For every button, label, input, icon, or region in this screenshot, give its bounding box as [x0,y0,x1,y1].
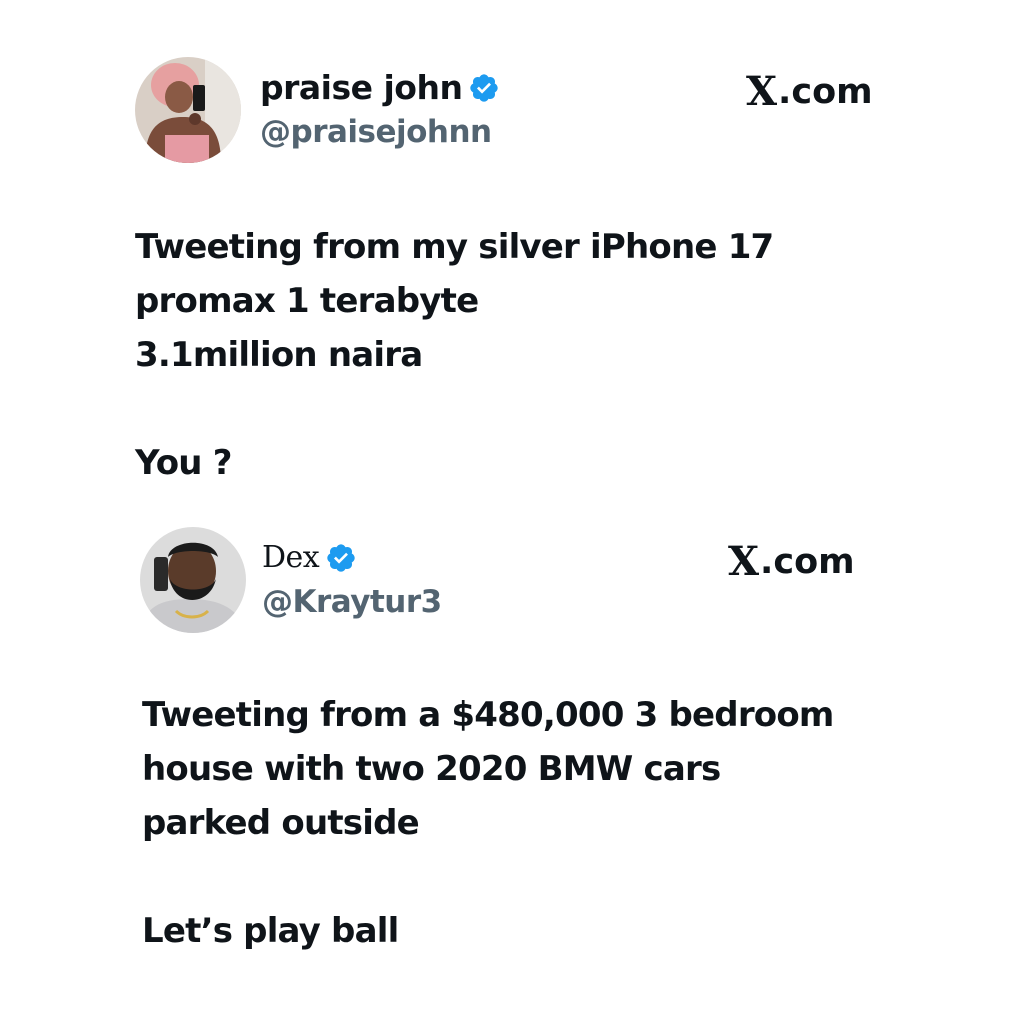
tweet-text-line: promax 1 terabyte [135,281,479,321]
handle[interactable]: @Kraytur3 [262,584,442,620]
tweet-text: Tweeting from a $480,000 3 bedroom house… [142,688,834,958]
avatar[interactable] [140,527,246,633]
verified-badge-icon [468,72,500,104]
tweet-text-line [142,850,834,904]
x-brand-label: X .com [746,68,873,115]
verified-badge-icon [325,542,357,574]
tweet-text-line: parked outside [142,803,420,843]
tweet-text-line: Tweeting from a $480,000 3 bedroom [142,695,834,735]
display-name[interactable]: Dex [262,540,320,575]
x-logo-icon: X [746,68,778,115]
handle[interactable]: @praisejohnn [260,114,492,150]
x-logo-icon: X [728,538,760,585]
tweet-text-line: house with two 2020 BMW cars [142,749,721,789]
tweet-text: Tweeting from my silver iPhone 17 promax… [135,220,774,490]
tweet-text-line: Let’s play ball [142,911,399,951]
tweet-text-line [135,382,773,436]
tweet-card-1: praise john @praisejohnn X .com Tweeting … [0,0,1024,500]
display-name-row: praise john [260,68,500,107]
x-brand-label: X .com [728,538,855,585]
tweet-text-line: You ? [135,443,232,483]
profile-photo-icon [140,527,246,633]
tweet-text-line: Tweeting from my silver iPhone 17 [135,227,774,267]
profile-photo-icon [135,57,241,163]
brand-suffix: .com [760,541,855,582]
avatar[interactable] [135,57,241,163]
display-name-row: Dex [262,540,357,575]
brand-suffix: .com [778,71,873,112]
tweet-text-line: 3.1million naira [135,335,423,375]
display-name[interactable]: praise john [260,68,463,107]
